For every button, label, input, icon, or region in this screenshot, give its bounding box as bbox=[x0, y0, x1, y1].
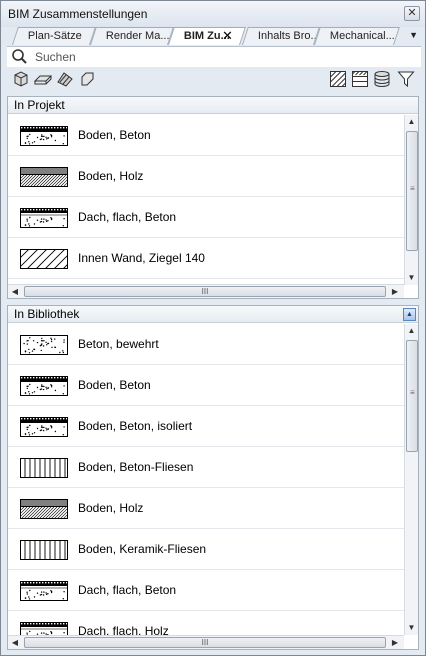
list-item[interactable]: Boden, Beton bbox=[8, 115, 404, 156]
project-panel: In Projekt Boden, Beton Boden, Holz Dach… bbox=[7, 96, 419, 299]
slab-icon[interactable] bbox=[34, 70, 52, 88]
roof-icon[interactable] bbox=[56, 70, 74, 88]
search-icon bbox=[12, 49, 27, 64]
scroll-left-arrow-icon[interactable]: ◀ bbox=[8, 636, 22, 649]
toolbar bbox=[7, 67, 421, 91]
tab-content-browser[interactable]: Inhalts Bro... bbox=[242, 27, 320, 45]
layers-icon[interactable] bbox=[351, 70, 369, 88]
tab-mechanical[interactable]: Mechanical... bbox=[314, 27, 400, 45]
search-bar[interactable]: Suchen bbox=[7, 46, 421, 67]
grip-icon: ≡ bbox=[410, 388, 415, 397]
list-item[interactable]: Boden, Keramik-Fliesen bbox=[8, 529, 404, 570]
tab-bim-assemblies[interactable]: BIM Zu... bbox=[168, 27, 246, 45]
scroll-left-arrow-icon[interactable]: ◀ bbox=[8, 285, 22, 298]
library-horizontal-scrollbar[interactable]: ◀ III ▶ bbox=[8, 635, 404, 649]
wood-floor-pattern bbox=[20, 499, 68, 519]
tab-plan-saetze[interactable]: Plan-Sätze bbox=[12, 27, 96, 45]
tab-menu-icon[interactable]: ▼ bbox=[409, 30, 418, 40]
scroll-thumb[interactable]: ≡ bbox=[406, 340, 418, 452]
bim-assemblies-window: BIM Zusammenstellungen ✕ Plan-Sätze Rend… bbox=[0, 0, 426, 656]
project-vertical-scrollbar[interactable]: ▲ ≡ ▼ bbox=[404, 115, 418, 285]
hatch-icon[interactable] bbox=[329, 70, 347, 88]
project-horizontal-scrollbar[interactable]: ◀ III ▶ bbox=[8, 284, 404, 298]
flat-roof-pattern bbox=[20, 581, 68, 601]
filter-icon[interactable] bbox=[397, 70, 415, 88]
library-vertical-scrollbar[interactable]: ▲ ≡ ▼ bbox=[404, 324, 418, 635]
grip-icon: ≡ bbox=[410, 184, 415, 193]
tab-close-icon[interactable]: ✕ bbox=[222, 28, 233, 43]
library-panel: In Bibliothek ▲ Beton, bewehrt Boden, Be… bbox=[7, 305, 419, 650]
scroll-down-arrow-icon[interactable]: ▼ bbox=[405, 621, 418, 635]
title-bar[interactable]: BIM Zusammenstellungen ✕ bbox=[1, 1, 425, 27]
list-item[interactable]: Dach, flach, Beton bbox=[8, 570, 404, 611]
scroll-up-arrow-icon[interactable]: ▲ bbox=[405, 115, 418, 129]
list-item[interactable]: Dach, flach, Holz bbox=[8, 611, 404, 635]
tab-render-materials[interactable]: Render Ma... bbox=[90, 27, 174, 45]
project-list: Boden, Beton Boden, Holz Dach, flach, Be… bbox=[8, 115, 404, 285]
scroll-thumb[interactable]: III bbox=[24, 286, 386, 297]
flat-roof-pattern bbox=[20, 622, 68, 635]
tiles-pattern bbox=[20, 540, 68, 560]
library-list: Beton, bewehrt Boden, Beton Boden, Beton… bbox=[8, 324, 404, 635]
list-item[interactable]: Innen Wand, Ziegel 140 bbox=[8, 238, 404, 279]
flat-roof-pattern bbox=[20, 208, 68, 228]
scroll-thumb[interactable]: ≡ bbox=[406, 131, 418, 251]
tab-bar: Plan-Sätze Render Ma... BIM Zu... Inhalt… bbox=[6, 27, 420, 45]
custom-shape-icon[interactable] bbox=[78, 70, 96, 88]
concrete-floor-pattern bbox=[20, 376, 68, 396]
scroll-up-arrow-icon[interactable]: ▲ bbox=[405, 324, 418, 338]
collapse-up-icon[interactable]: ▲ bbox=[403, 308, 416, 321]
list-item[interactable]: Boden, Beton-Fliesen bbox=[8, 447, 404, 488]
scroll-right-arrow-icon[interactable]: ▶ bbox=[388, 636, 402, 649]
list-item[interactable]: Boden, Holz bbox=[8, 156, 404, 197]
wall-icon[interactable] bbox=[12, 70, 30, 88]
list-item[interactable]: Boden, Holz bbox=[8, 488, 404, 529]
list-item[interactable]: Boden, Beton, isoliert bbox=[8, 406, 404, 447]
list-item[interactable]: Dach, flach, Beton bbox=[8, 197, 404, 238]
database-icon[interactable] bbox=[373, 70, 391, 88]
project-panel-header: In Projekt bbox=[8, 97, 418, 114]
close-button[interactable]: ✕ bbox=[404, 6, 420, 21]
scroll-right-arrow-icon[interactable]: ▶ bbox=[388, 285, 402, 298]
concrete-floor-pattern bbox=[20, 417, 68, 437]
scroll-thumb[interactable]: III bbox=[24, 637, 386, 648]
scroll-down-arrow-icon[interactable]: ▼ bbox=[405, 271, 418, 285]
wood-floor-pattern bbox=[20, 167, 68, 187]
list-item[interactable]: Beton, bewehrt bbox=[8, 324, 404, 365]
tiles-pattern bbox=[20, 458, 68, 478]
brick-wall-pattern bbox=[20, 249, 68, 269]
concrete-pattern bbox=[20, 335, 68, 355]
window-title: BIM Zusammenstellungen bbox=[8, 7, 148, 21]
concrete-floor-pattern bbox=[20, 126, 68, 146]
list-item[interactable]: Boden, Beton bbox=[8, 365, 404, 406]
search-input[interactable]: Suchen bbox=[35, 50, 76, 64]
library-panel-header: In Bibliothek bbox=[8, 306, 418, 323]
